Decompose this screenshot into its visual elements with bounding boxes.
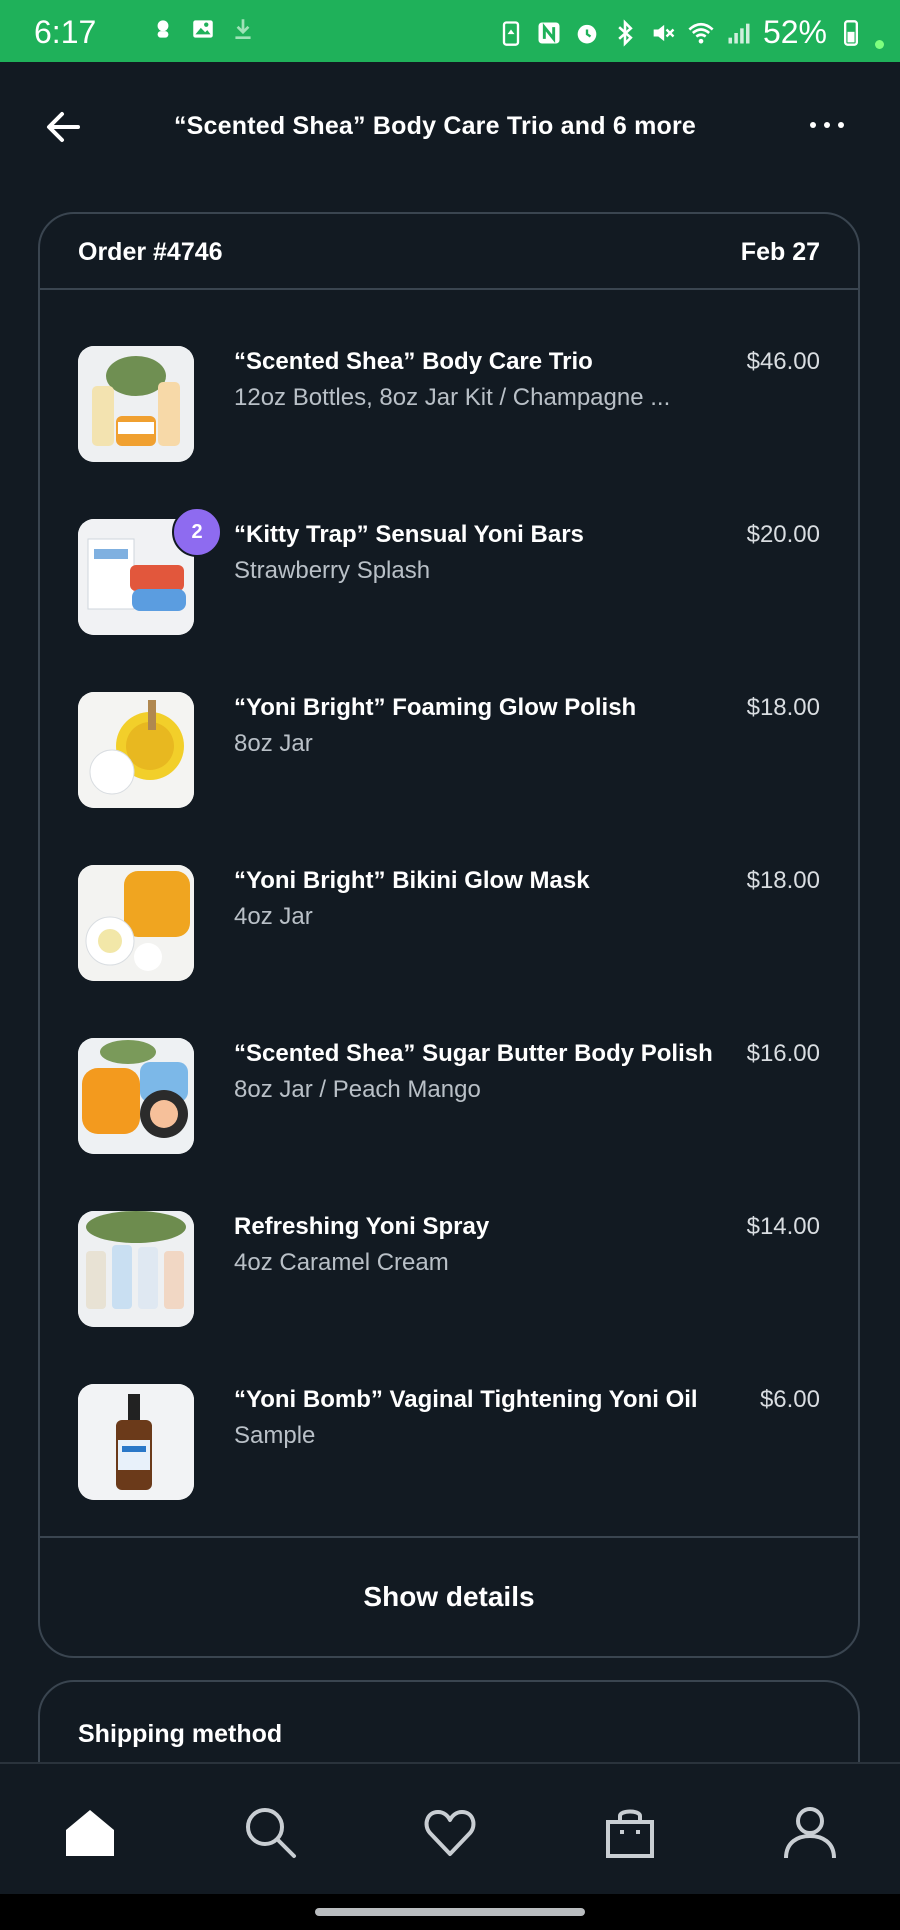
battery-icon (844, 19, 858, 46)
battery-saver-icon (502, 20, 520, 46)
item-price: $20.00 (746, 521, 820, 548)
search-icon (246, 1808, 296, 1858)
order-item[interactable]: 2 “Kitty Trap” Sensual Yoni Bars Strawbe… (40, 507, 858, 639)
nav-home[interactable] (62, 1804, 118, 1860)
heart-icon (424, 1810, 476, 1856)
privacy-indicator-dot (875, 40, 884, 49)
bluetooth-icon (618, 18, 633, 47)
home-icon (66, 1810, 114, 1856)
item-variant: 4oz Jar (234, 903, 313, 930)
item-name: Refreshing Yoni Spray (234, 1213, 490, 1240)
item-name: “Scented Shea” Body Care Trio (234, 348, 593, 375)
more-options-button[interactable] (802, 110, 852, 140)
item-variant: 8oz Jar / Peach Mango (234, 1076, 481, 1103)
order-item[interactable]: Refreshing Yoni Spray 4oz Caramel Cream … (40, 1211, 858, 1331)
item-name: “Kitty Trap” Sensual Yoni Bars (234, 521, 584, 548)
download-icon (235, 19, 251, 40)
item-price: $16.00 (746, 1040, 820, 1067)
gesture-handle[interactable] (315, 1908, 585, 1916)
product-image (78, 692, 194, 808)
item-name: “Yoni Bright” Foaming Glow Polish (234, 694, 637, 721)
status-notification-icons (150, 16, 256, 42)
quantity-badge: 2 (172, 507, 222, 557)
product-image (78, 1384, 194, 1500)
mute-icon (653, 24, 675, 41)
product-image (78, 1211, 194, 1327)
order-number: Order #4746 (78, 238, 223, 266)
bottom-nav (0, 1762, 900, 1896)
item-price: $14.00 (746, 1213, 820, 1240)
item-price: $18.00 (746, 694, 820, 721)
item-variant: Strawberry Splash (234, 557, 431, 584)
product-image (78, 865, 194, 981)
more-dot (838, 122, 844, 128)
item-name: “Yoni Bomb” Vaginal Tightening Yoni Oil (234, 1386, 698, 1413)
battery-percent: 52% (762, 14, 827, 50)
status-bar: 6:17 52% (0, 0, 900, 62)
gesture-bar (0, 1894, 900, 1930)
order-item[interactable]: “Yoni Bright” Bikini Glow Mask 4oz Jar $… (40, 865, 858, 985)
nav-shop[interactable] (602, 1804, 658, 1860)
item-price: $6.00 (759, 1386, 820, 1413)
page-title: “Scented Shea” Body Care Trio and 6 more (173, 112, 697, 140)
order-date: Feb 27 (740, 238, 820, 266)
item-variant: 4oz Caramel Cream (234, 1249, 449, 1276)
nav-profile[interactable] (782, 1804, 838, 1860)
item-price: $18.00 (746, 867, 820, 894)
notification-app-icon (157, 20, 169, 38)
signal-icon (728, 23, 750, 43)
order-item[interactable]: “Yoni Bomb” Vaginal Tightening Yoni Oil … (40, 1384, 858, 1504)
item-variant: 12oz Bottles, 8oz Jar Kit / Champagne ..… (234, 384, 671, 411)
header: “Scented Shea” Body Care Trio and 6 more (0, 62, 900, 192)
order-item[interactable]: “Scented Shea” Sugar Butter Body Polish … (40, 1038, 858, 1158)
alarm-icon (577, 24, 597, 43)
order-item[interactable]: “Yoni Bright” Foaming Glow Polish 8oz Ja… (40, 692, 858, 812)
item-price: $46.00 (746, 348, 820, 375)
item-name: “Yoni Bright” Bikini Glow Mask (234, 867, 590, 894)
product-image (78, 1038, 194, 1154)
order-card: Order #4746 Feb 27 “Scented Shea” Body C… (38, 212, 860, 1658)
image-icon (193, 20, 213, 38)
status-system-icons: 52% (497, 14, 884, 51)
back-button[interactable] (40, 102, 90, 152)
order-header: Order #4746 Feb 27 (40, 214, 858, 290)
profile-icon (784, 1807, 836, 1859)
item-name: “Scented Shea” Sugar Butter Body Polish (234, 1040, 713, 1067)
show-details-button[interactable]: Show details (40, 1536, 858, 1656)
shopping-bag-icon (606, 1809, 654, 1858)
item-variant: Sample (234, 1422, 316, 1449)
wifi-icon (688, 22, 714, 43)
status-time: 6:17 (34, 14, 97, 50)
order-item[interactable]: “Scented Shea” Body Care Trio 12oz Bottl… (40, 346, 858, 466)
more-dot (824, 122, 830, 128)
more-dot (810, 122, 816, 128)
nav-search[interactable] (242, 1804, 298, 1860)
item-variant: 8oz Jar (234, 730, 313, 757)
product-image (78, 346, 194, 462)
shipping-method-label: Shipping method (78, 1720, 283, 1748)
nfc-icon (538, 22, 560, 43)
nav-favorites[interactable] (422, 1804, 478, 1860)
back-arrow-icon (47, 112, 80, 142)
